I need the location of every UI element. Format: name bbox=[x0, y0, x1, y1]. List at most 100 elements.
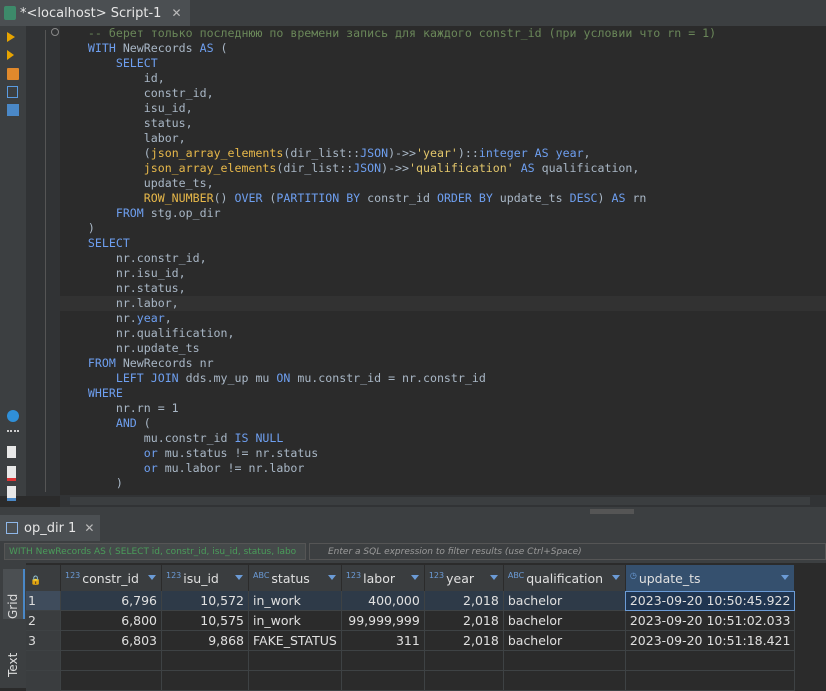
execute-in-new-tab-icon[interactable] bbox=[7, 50, 14, 60]
splitter-grip-icon[interactable] bbox=[590, 509, 634, 514]
sort-arrow-icon[interactable] bbox=[235, 575, 243, 580]
table-cell[interactable]: 2023-09-20 10:51:02.033 bbox=[625, 610, 796, 631]
row-number[interactable]: 1 bbox=[26, 591, 61, 611]
table-cell[interactable]: 2,018 bbox=[424, 591, 504, 611]
export-icon[interactable] bbox=[7, 446, 16, 458]
tab-script-1[interactable]: *<localhost> Script-1 ✕ bbox=[0, 0, 190, 28]
sort-arrow-icon[interactable] bbox=[611, 575, 620, 580]
code-line[interactable]: (json_array_elements(dir_list::JSON)->>'… bbox=[60, 146, 591, 161]
table-cell[interactable]: FAKE_STATUS bbox=[248, 630, 342, 651]
table-cell[interactable]: in_work bbox=[248, 610, 342, 631]
code-line[interactable]: update_ts, bbox=[60, 176, 214, 191]
settings-icon[interactable] bbox=[7, 410, 19, 422]
code-line[interactable]: FROM stg.op_dir bbox=[60, 206, 221, 221]
execute-statement-icon[interactable] bbox=[7, 32, 15, 42]
more-icon[interactable] bbox=[7, 430, 19, 434]
code-line[interactable]: ) bbox=[60, 476, 123, 491]
close-icon[interactable]: ✕ bbox=[84, 521, 94, 535]
import-icon[interactable] bbox=[7, 466, 16, 481]
panel-splitter[interactable] bbox=[0, 507, 826, 515]
table-cell[interactable]: bachelor bbox=[503, 630, 626, 651]
code-line[interactable]: AND ( bbox=[60, 416, 151, 431]
sort-arrow-icon[interactable] bbox=[410, 575, 419, 580]
code-line[interactable]: nr.constr_id, bbox=[60, 251, 207, 266]
explain-plan-icon[interactable] bbox=[7, 86, 18, 98]
code-line[interactable]: FROM NewRecords nr bbox=[60, 356, 214, 371]
sort-arrow-icon[interactable] bbox=[489, 575, 498, 580]
code-line[interactable]: nr.qualification, bbox=[60, 326, 235, 341]
code-token: ) bbox=[60, 476, 123, 490]
table-cell[interactable]: 2023-09-20 10:51:18.421 bbox=[625, 630, 796, 651]
table-cell[interactable]: in_work bbox=[248, 591, 342, 611]
code-line[interactable]: ) bbox=[60, 221, 95, 236]
row-number[interactable]: 2 bbox=[26, 610, 61, 631]
column-header[interactable]: ABC qualification bbox=[503, 565, 626, 591]
execute-script-icon[interactable] bbox=[7, 68, 19, 80]
tab-op-dir-1[interactable]: op_dir 1 ✕ bbox=[0, 515, 101, 543]
column-header[interactable]: 123 constr_id bbox=[60, 565, 162, 591]
close-icon[interactable]: ✕ bbox=[171, 6, 181, 20]
table-cell[interactable]: 6,800 bbox=[60, 610, 162, 631]
code-line[interactable]: json_array_elements(dir_list::JSON)->>'q… bbox=[60, 161, 640, 176]
table-cell[interactable]: 2,018 bbox=[424, 610, 504, 631]
code-line[interactable]: mu.constr_id IS NULL bbox=[60, 431, 284, 446]
code-line[interactable]: nr.status, bbox=[60, 281, 186, 296]
sort-arrow-icon[interactable] bbox=[148, 575, 156, 580]
code-line[interactable]: nr.year, bbox=[60, 311, 172, 326]
code-line[interactable]: or mu.labor != nr.labor bbox=[60, 461, 305, 476]
table-cell[interactable]: 99,999,999 bbox=[341, 610, 425, 631]
code-line[interactable]: SELECT bbox=[60, 236, 130, 251]
table-cell[interactable]: 6,803 bbox=[60, 630, 162, 651]
table-row[interactable]: 2 6,800 10,575 in_work 99,999,999 2,018 … bbox=[26, 610, 796, 631]
table-row[interactable]: 3 6,803 9,868 FAKE_STATUS 311 2,018 bach… bbox=[26, 630, 796, 651]
table-cell[interactable]: bachelor bbox=[503, 610, 626, 631]
code-line[interactable]: nr.update_ts bbox=[60, 341, 200, 356]
query-text-field[interactable]: WITH NewRecords AS ( SELECT id, constr_i… bbox=[4, 543, 306, 560]
tab-text-label: Text bbox=[6, 652, 20, 677]
table-cell[interactable]: 311 bbox=[341, 630, 425, 651]
code-token: dds.my_up mu bbox=[185, 371, 277, 385]
column-header[interactable]: 123 year bbox=[424, 565, 504, 591]
code-token: mu.constr_id bbox=[60, 431, 235, 445]
code-line[interactable]: or mu.status != nr.status bbox=[60, 446, 319, 461]
code-line[interactable]: ROW_NUMBER() OVER (PARTITION BY constr_i… bbox=[60, 191, 647, 206]
code-line[interactable]: LEFT JOIN dds.my_up mu ON mu.constr_id =… bbox=[60, 371, 486, 386]
sort-arrow-icon[interactable] bbox=[781, 575, 790, 580]
column-header[interactable]: 123 isu_id bbox=[161, 565, 249, 591]
column-header[interactable]: ◷ update_ts bbox=[625, 565, 796, 591]
code-line[interactable]: id, bbox=[60, 71, 165, 86]
code-line[interactable]: nr.rn = 1 bbox=[60, 401, 179, 416]
code-line[interactable]: nr.isu_id, bbox=[60, 266, 186, 281]
terminal-icon[interactable] bbox=[7, 104, 19, 116]
empty-row bbox=[26, 650, 796, 671]
code-line[interactable]: nr.labor, bbox=[60, 296, 179, 311]
table-cell[interactable]: 400,000 bbox=[341, 591, 425, 611]
table-cell[interactable]: bachelor bbox=[503, 591, 626, 611]
fold-icon[interactable] bbox=[51, 28, 59, 36]
table-cell[interactable]: 10,572 bbox=[161, 591, 249, 611]
table-cell[interactable]: 2,018 bbox=[424, 630, 504, 651]
save-icon[interactable] bbox=[7, 486, 16, 501]
tab-text[interactable]: Text bbox=[3, 627, 23, 677]
scrollbar-thumb[interactable] bbox=[70, 497, 810, 505]
code-line[interactable]: isu_id, bbox=[60, 101, 193, 116]
code-line[interactable]: labor, bbox=[60, 131, 186, 146]
column-header[interactable]: ABC status bbox=[248, 565, 342, 591]
code-line[interactable]: WHERE bbox=[60, 386, 123, 401]
code-line[interactable]: status, bbox=[60, 116, 193, 131]
filter-input[interactable]: Enter a SQL expression to filter results… bbox=[309, 543, 826, 560]
column-header[interactable]: 123 labor bbox=[341, 565, 425, 591]
sort-arrow-icon[interactable] bbox=[327, 575, 336, 580]
code-line[interactable]: constr_id, bbox=[60, 86, 214, 101]
code-token: nr.constr_id, bbox=[60, 251, 207, 265]
code-line[interactable]: -- берет только последнюю по времени зап… bbox=[60, 26, 716, 41]
code-line[interactable]: WITH NewRecords AS ( bbox=[60, 41, 228, 56]
tab-grid[interactable]: Grid bbox=[3, 569, 25, 619]
table-cell[interactable]: 2023-09-20 10:50:45.922 bbox=[625, 591, 796, 611]
table-cell[interactable]: 10,575 bbox=[161, 610, 249, 631]
table-row[interactable]: 1 6,796 10,572 in_work 400,000 2,018 bac… bbox=[26, 591, 796, 611]
table-cell[interactable]: 9,868 bbox=[161, 630, 249, 651]
table-cell[interactable]: 6,796 bbox=[60, 591, 162, 611]
row-number[interactable]: 3 bbox=[26, 630, 61, 651]
code-line[interactable]: SELECT bbox=[60, 56, 158, 71]
